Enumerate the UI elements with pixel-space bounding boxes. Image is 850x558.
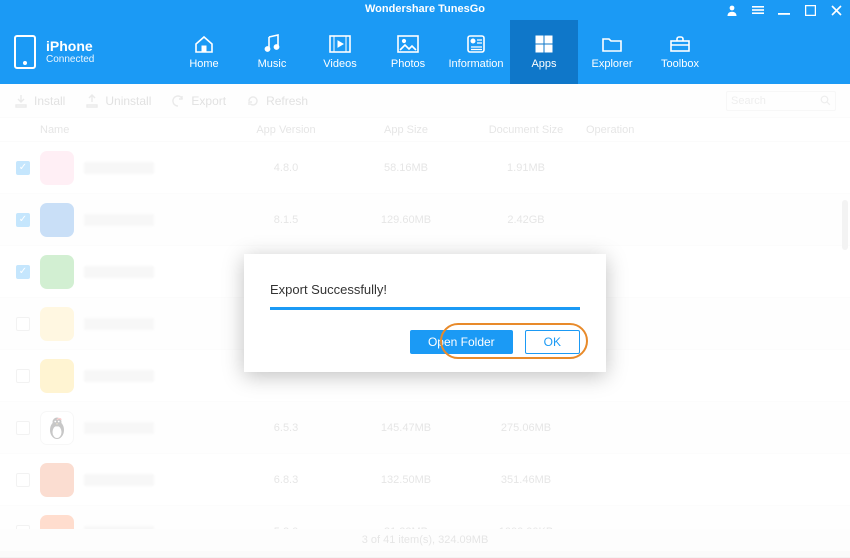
tab-explorer[interactable]: Explorer <box>578 20 646 84</box>
tab-home[interactable]: Home <box>170 20 238 84</box>
refresh-button[interactable]: Refresh <box>246 94 308 108</box>
device-panel[interactable]: iPhone Connected <box>0 20 150 84</box>
table-row[interactable]: ✓ 4.8.0 58.16MB 1.91MB <box>0 142 850 194</box>
device-status: Connected <box>46 54 94 65</box>
cell-size: 132.50MB <box>346 474 466 486</box>
toolbox-icon <box>668 34 692 54</box>
export-button[interactable]: Export <box>171 94 226 108</box>
app-name <box>84 266 154 278</box>
phone-icon <box>14 35 36 69</box>
app-name <box>84 214 154 226</box>
row-checkbox[interactable]: ✓ <box>16 265 30 279</box>
col-size: App Size <box>346 124 466 136</box>
cell-docsize: 2.42GB <box>466 214 586 226</box>
app-icon <box>40 151 74 185</box>
cell-version: 6.8.3 <box>226 474 346 486</box>
maximize-icon[interactable] <box>804 4 816 16</box>
dialog-message: Export Successfully! <box>270 282 580 297</box>
tab-photos[interactable]: Photos <box>374 20 442 84</box>
music-icon <box>260 34 284 54</box>
table-row[interactable]: 6.8.3 132.50MB 351.46MB <box>0 454 850 506</box>
app-name <box>84 422 154 434</box>
app-icon <box>40 307 74 341</box>
table-row[interactable]: ✓ 8.1.5 129.60MB 2.42GB <box>0 194 850 246</box>
explorer-icon <box>600 34 624 54</box>
row-checkbox[interactable]: ✓ <box>16 161 30 175</box>
search-input[interactable]: Search <box>726 91 836 111</box>
information-icon <box>464 34 488 54</box>
app-icon <box>40 463 74 497</box>
col-operation: Operation <box>586 124 686 136</box>
close-icon[interactable] <box>830 4 842 16</box>
app-title: Wondershare TunesGo <box>0 3 850 15</box>
cell-docsize: 1.91MB <box>466 162 586 174</box>
open-folder-button[interactable]: Open Folder <box>410 330 513 354</box>
minimize-icon[interactable] <box>778 4 790 16</box>
tab-toolbox[interactable]: Toolbox <box>646 20 714 84</box>
user-icon[interactable] <box>726 4 738 16</box>
col-name: Name <box>36 124 226 136</box>
videos-icon <box>328 34 352 54</box>
row-checkbox[interactable] <box>16 421 30 435</box>
row-checkbox[interactable]: ✓ <box>16 213 30 227</box>
uninstall-button[interactable]: Uninstall <box>85 94 151 108</box>
progress-bar <box>270 307 580 310</box>
app-icon <box>40 255 74 289</box>
col-docsize: Document Size <box>466 124 586 136</box>
device-name: iPhone <box>46 39 94 54</box>
cell-docsize: 275.06MB <box>466 422 586 434</box>
col-version: App Version <box>226 124 346 136</box>
menu-icon[interactable] <box>752 4 764 16</box>
row-checkbox[interactable] <box>16 369 30 383</box>
export-dialog: Export Successfully! Open Folder OK <box>244 254 606 372</box>
toolbar: Install Uninstall Export Refresh Search <box>0 84 850 118</box>
app-icon <box>40 203 74 237</box>
cell-version: 8.1.5 <box>226 214 346 226</box>
apps-icon <box>532 34 556 54</box>
home-icon <box>192 34 216 54</box>
cell-size: 145.47MB <box>346 422 466 434</box>
row-checkbox[interactable] <box>16 317 30 331</box>
ok-button[interactable]: OK <box>525 330 580 354</box>
cell-docsize: 351.46MB <box>466 474 586 486</box>
cell-size: 58.16MB <box>346 162 466 174</box>
cell-size: 129.60MB <box>346 214 466 226</box>
table-header: Name App Version App Size Document Size … <box>0 118 850 142</box>
app-name <box>84 370 154 382</box>
nav-bar: iPhone Connected HomeMusicVideosPhotosIn… <box>0 20 850 84</box>
table-row[interactable]: 6.5.3 145.47MB 275.06MB <box>0 402 850 454</box>
install-button[interactable]: Install <box>14 94 65 108</box>
app-icon <box>40 411 74 445</box>
tab-videos[interactable]: Videos <box>306 20 374 84</box>
tab-apps[interactable]: Apps <box>510 20 578 84</box>
row-checkbox[interactable] <box>16 473 30 487</box>
status-bar: 3 of 41 item(s), 324.09MB <box>0 529 850 551</box>
tab-information[interactable]: Information <box>442 20 510 84</box>
photos-icon <box>396 34 420 54</box>
scrollbar-thumb[interactable] <box>842 200 848 250</box>
cell-version: 6.5.3 <box>226 422 346 434</box>
cell-version: 4.8.0 <box>226 162 346 174</box>
search-icon <box>820 95 831 106</box>
app-name <box>84 474 154 486</box>
app-name <box>84 318 154 330</box>
app-name <box>84 162 154 174</box>
title-bar: Wondershare TunesGo <box>0 0 850 20</box>
app-icon <box>40 359 74 393</box>
tab-music[interactable]: Music <box>238 20 306 84</box>
